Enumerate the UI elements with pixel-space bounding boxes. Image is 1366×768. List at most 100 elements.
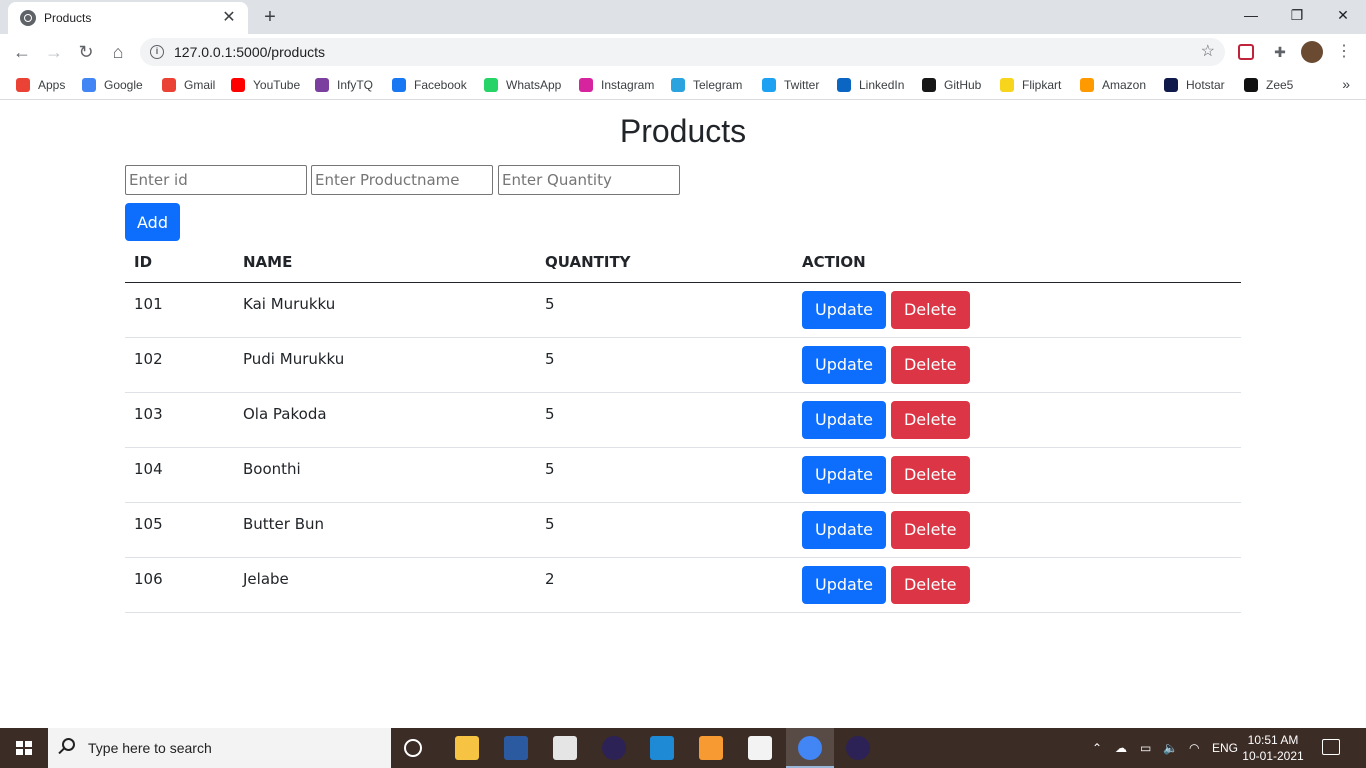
python-icon[interactable] bbox=[553, 736, 577, 760]
bookmark-zee5[interactable]: Zee5 bbox=[1244, 76, 1293, 94]
delete-button[interactable]: Delete bbox=[890, 345, 970, 384]
tab-close-icon[interactable]: ✕ bbox=[220, 9, 238, 27]
close-window-button[interactable]: ✕ bbox=[1320, 0, 1366, 30]
browser-toolbar: ← → ↻ ⌂ i 127.0.0.1:5000/products ☆ ✚ ⋮ bbox=[0, 34, 1366, 70]
cell-quantity: 5 bbox=[536, 447, 793, 503]
taskbar-search[interactable]: Type here to search bbox=[48, 728, 391, 768]
bookmark-youtube[interactable]: YouTube bbox=[231, 76, 300, 94]
id-input[interactable] bbox=[125, 165, 307, 195]
vscode-icon[interactable] bbox=[650, 736, 674, 760]
bookmark-amazon[interactable]: Amazon bbox=[1080, 76, 1146, 94]
notification-icon[interactable] bbox=[1322, 739, 1340, 755]
volume-icon[interactable]: 🔈 bbox=[1163, 728, 1178, 768]
dev-icon[interactable] bbox=[504, 736, 528, 760]
forward-arrow-icon[interactable]: → bbox=[40, 39, 68, 65]
profile-avatar[interactable] bbox=[1301, 41, 1323, 63]
cell-id: 102 bbox=[125, 337, 234, 393]
bookmark-github[interactable]: GitHub bbox=[922, 76, 981, 94]
products-table: ID NAME QUANTITY ACTION 101 Kai Murukku 5 U… bbox=[125, 243, 1241, 613]
start-button[interactable] bbox=[0, 728, 48, 768]
youtube-icon bbox=[231, 78, 245, 92]
maximize-button[interactable]: ❐ bbox=[1274, 0, 1320, 30]
browser-tab[interactable]: Products ✕ bbox=[8, 2, 248, 34]
update-button[interactable]: Update bbox=[802, 290, 886, 329]
bookmark-label: Zee5 bbox=[1266, 78, 1294, 92]
reload-icon[interactable]: ↻ bbox=[72, 39, 100, 65]
bookmark-whatsapp[interactable]: WhatsApp bbox=[484, 76, 561, 94]
update-button[interactable]: Update bbox=[802, 510, 886, 549]
bookmark-linkedin[interactable]: LinkedIn bbox=[837, 76, 904, 94]
table-row: 105 Butter Bun 5 Update Delete bbox=[125, 502, 1241, 558]
search-icon bbox=[62, 738, 75, 751]
more-bookmarks-icon[interactable]: » bbox=[1342, 76, 1350, 92]
cell-id: 101 bbox=[125, 282, 234, 338]
cell-name: Boonthi bbox=[234, 447, 536, 503]
twitter-icon bbox=[762, 78, 776, 92]
delete-button[interactable]: Delete bbox=[890, 565, 970, 604]
apps-grid-icon bbox=[16, 78, 30, 92]
globe-icon bbox=[20, 10, 36, 26]
bookmark-infytq[interactable]: InfyTQ bbox=[315, 76, 373, 94]
update-button[interactable]: Update bbox=[802, 345, 886, 384]
bookmark-hotstar[interactable]: Hotstar bbox=[1164, 76, 1225, 94]
pocket-extension-icon[interactable] bbox=[1238, 44, 1254, 60]
minimize-button[interactable]: — bbox=[1228, 0, 1274, 30]
table-row: 102 Pudi Murukku 5 Update Delete bbox=[125, 337, 1241, 393]
clock[interactable]: 10:51 AM 10-01-2021 bbox=[1242, 732, 1304, 764]
cell-name: Pudi Murukku bbox=[234, 337, 536, 393]
page-content: Products Add ID NAME QUANTITY ACTION 101… bbox=[0, 101, 1366, 728]
delete-button[interactable]: Delete bbox=[890, 510, 970, 549]
whatsapp-icon bbox=[484, 78, 498, 92]
address-bar[interactable]: i 127.0.0.1:5000/products ☆ bbox=[140, 38, 1225, 66]
bookmark-flipkart[interactable]: Flipkart bbox=[1000, 76, 1061, 94]
add-button[interactable]: Add bbox=[125, 203, 180, 241]
bookmark-twitter[interactable]: Twitter bbox=[762, 76, 819, 94]
onedrive-icon[interactable]: ☁ bbox=[1115, 728, 1127, 768]
bookmark-label: LinkedIn bbox=[859, 78, 905, 92]
facebook-icon bbox=[392, 78, 406, 92]
bookmark-label: Flipkart bbox=[1022, 78, 1062, 92]
eclipse-2-icon[interactable] bbox=[846, 736, 870, 760]
taskbar-search-placeholder: Type here to search bbox=[88, 740, 212, 756]
back-arrow-icon[interactable]: ← bbox=[8, 39, 36, 65]
bookmark-label: Twitter bbox=[784, 78, 820, 92]
productname-input[interactable] bbox=[311, 165, 493, 195]
cell-quantity: 2 bbox=[536, 557, 793, 613]
bookmark-google[interactable]: Google bbox=[82, 76, 143, 94]
home-icon[interactable]: ⌂ bbox=[104, 39, 132, 65]
eclipse-icon[interactable] bbox=[602, 736, 626, 760]
bookmark-telegram[interactable]: Telegram bbox=[671, 76, 742, 94]
google-icon bbox=[82, 78, 96, 92]
bookmark-facebook[interactable]: Facebook bbox=[392, 76, 467, 94]
table-row: 101 Kai Murukku 5 Update Delete bbox=[125, 282, 1241, 338]
update-button[interactable]: Update bbox=[802, 455, 886, 494]
store-icon[interactable] bbox=[748, 736, 772, 760]
url-text: 127.0.0.1:5000/products bbox=[174, 44, 326, 60]
update-button[interactable]: Update bbox=[802, 400, 886, 439]
site-info-icon[interactable]: i bbox=[150, 45, 164, 59]
language-indicator[interactable]: ENG bbox=[1212, 728, 1238, 768]
bookmark-label: Instagram bbox=[601, 78, 655, 92]
quantity-input[interactable] bbox=[498, 165, 680, 195]
sublime-icon[interactable] bbox=[699, 736, 723, 760]
delete-button[interactable]: Delete bbox=[890, 290, 970, 329]
task-view-icon[interactable] bbox=[404, 739, 422, 757]
delete-button[interactable]: Delete bbox=[890, 455, 970, 494]
chrome-icon[interactable] bbox=[798, 736, 822, 760]
extensions-puzzle-icon[interactable]: ✚ bbox=[1270, 42, 1290, 62]
amazon-icon bbox=[1080, 78, 1094, 92]
cell-quantity: 5 bbox=[536, 392, 793, 448]
kebab-menu-icon[interactable]: ⋮ bbox=[1334, 42, 1354, 62]
bookmark-apps[interactable]: Apps bbox=[16, 76, 65, 94]
delete-button[interactable]: Delete bbox=[890, 400, 970, 439]
battery-icon[interactable]: ▭ bbox=[1140, 728, 1151, 768]
bookmark-star-icon[interactable]: ☆ bbox=[1201, 38, 1215, 66]
file-explorer-icon[interactable] bbox=[455, 736, 479, 760]
cell-actions: Update Delete bbox=[793, 447, 1241, 503]
update-button[interactable]: Update bbox=[802, 565, 886, 604]
new-tab-button[interactable]: + bbox=[258, 6, 282, 28]
bookmark-instagram[interactable]: Instagram bbox=[579, 76, 654, 94]
wifi-icon[interactable]: ◠ bbox=[1189, 728, 1199, 768]
tray-chevron-icon[interactable]: ⌃ bbox=[1092, 728, 1102, 768]
bookmark-gmail[interactable]: Gmail bbox=[162, 76, 215, 94]
